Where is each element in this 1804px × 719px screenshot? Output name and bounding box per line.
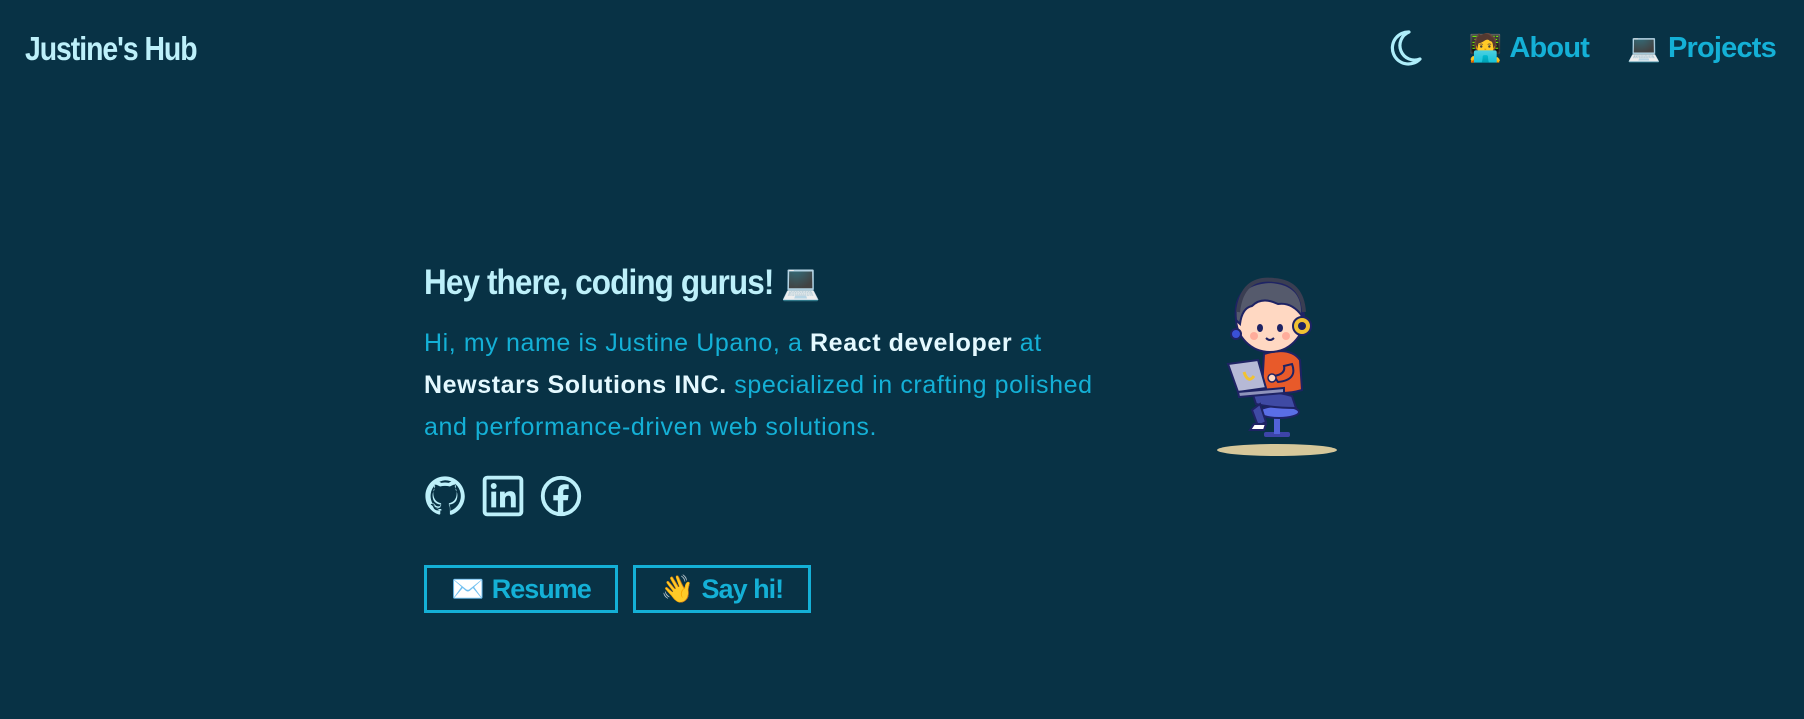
github-link[interactable] <box>424 475 466 517</box>
resume-button[interactable]: ✉️ Resume <box>424 565 618 613</box>
resume-button-label: Resume <box>491 573 592 604</box>
technologist-emoji-icon: 🧑‍💻 <box>1468 33 1503 63</box>
hero-greeting: Hey there, coding gurus! 💻 <box>424 263 821 302</box>
intro-text: at <box>1012 329 1042 357</box>
intro-role: React developer <box>810 329 1013 357</box>
nav-link-about[interactable]: 🧑‍💻 About <box>1469 32 1590 65</box>
site-header: Justine's Hub 🧑‍💻 About 💻 Projects <box>0 0 1804 100</box>
nav-link-label: Projects <box>1667 31 1777 64</box>
hero-section: Hey there, coding gurus! 💻 Hi, my name i… <box>424 262 1124 613</box>
moon-icon <box>1390 30 1422 66</box>
envelope-icon: ✉️ <box>451 574 485 604</box>
laptop-emoji-icon: 💻 <box>1627 33 1661 63</box>
facebook-icon <box>540 475 582 517</box>
main-nav: 🧑‍💻 About 💻 Projects <box>1385 26 1777 70</box>
say-hi-button-label: Say hi! <box>701 573 785 604</box>
nav-link-projects[interactable]: 💻 Projects <box>1627 31 1777 65</box>
linkedin-icon <box>482 475 524 517</box>
waving-hand-icon: 👋 <box>660 574 695 604</box>
linkedin-link[interactable] <box>482 475 524 517</box>
social-links <box>424 474 1124 518</box>
coder-illustration <box>1217 277 1337 456</box>
hero-intro: Hi, my name is Justine Upano, a React de… <box>424 322 1104 448</box>
intro-text: Hi, my name is Justine Upano, a <box>424 329 811 357</box>
say-hi-button[interactable]: 👋 Say hi! <box>633 565 811 613</box>
nav-link-label: About <box>1509 31 1590 64</box>
site-brand[interactable]: Justine's Hub <box>25 30 198 68</box>
hero-actions: ✉️ Resume 👋 Say hi! <box>424 565 1124 613</box>
facebook-link[interactable] <box>540 475 582 517</box>
github-icon <box>425 476 465 515</box>
theme-toggle-button[interactable] <box>1385 28 1425 68</box>
intro-company: Newstars Solutions INC. <box>424 371 727 399</box>
